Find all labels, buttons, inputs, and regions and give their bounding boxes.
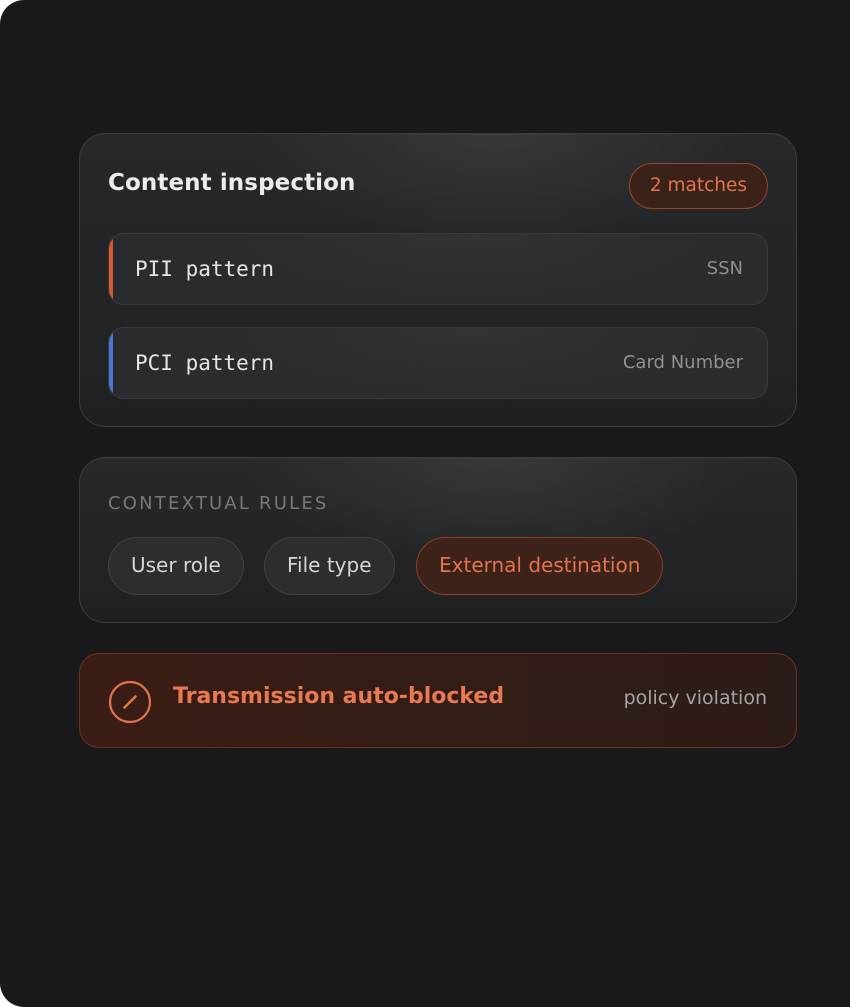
blocked-icon	[108, 680, 152, 724]
contextual-rules-card: CONTEXTUAL RULES User role File type Ext…	[79, 457, 797, 623]
pattern-type: Card Number	[622, 352, 743, 373]
pattern-name: PCI pattern	[135, 351, 275, 375]
pattern-row-pii[interactable]: PII pattern SSN	[108, 233, 768, 305]
matches-badge: 2 matches	[628, 163, 768, 209]
pattern-row-pci[interactable]: PCI pattern Card Number	[108, 327, 768, 399]
chip-external-destination[interactable]: External destination	[416, 537, 664, 595]
content-inspection-card: Content inspection 2 matches PII pattern…	[79, 133, 797, 427]
alert-title: Transmission auto-blocked	[173, 684, 505, 709]
card-title: Content inspection	[108, 170, 356, 196]
pci-accent-bar	[109, 328, 113, 398]
dlp-panel: Content inspection 2 matches PII pattern…	[0, 0, 850, 1007]
chip-file-type[interactable]: File type	[264, 537, 395, 595]
alert-reason: policy violation	[623, 687, 767, 709]
pattern-name: PII pattern	[135, 257, 275, 281]
pattern-type: SSN	[706, 258, 743, 279]
chip-user-role[interactable]: User role	[108, 537, 244, 595]
pii-accent-bar	[109, 234, 113, 304]
section-label: CONTEXTUAL RULES	[108, 493, 329, 514]
blocked-alert: Transmission auto-blocked policy violati…	[79, 653, 797, 748]
